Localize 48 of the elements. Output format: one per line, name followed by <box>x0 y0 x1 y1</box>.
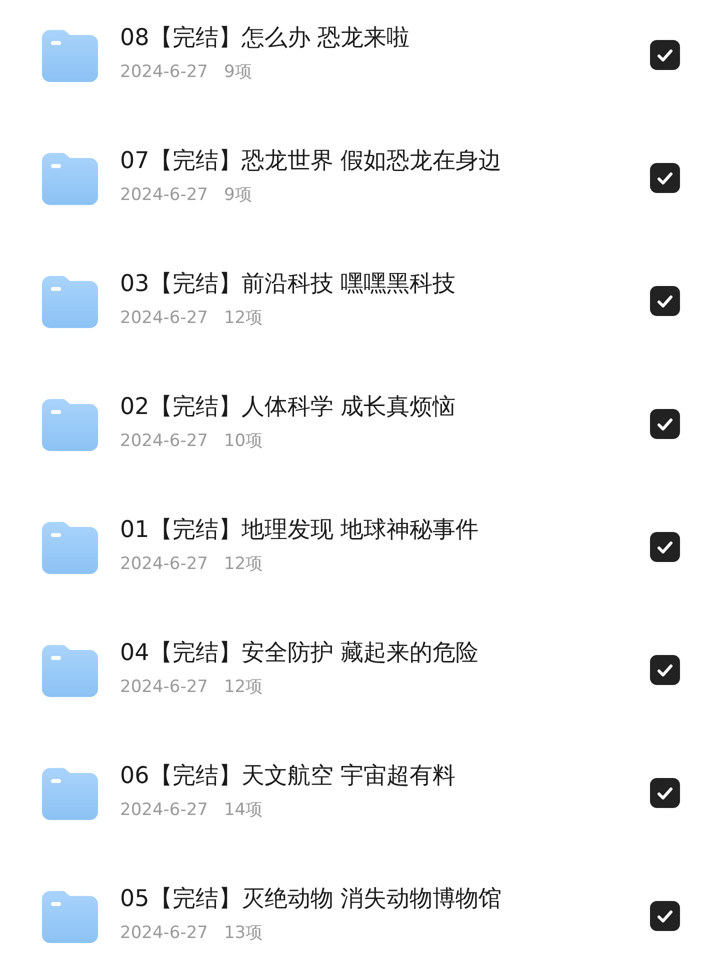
folder-name: 03【完结】前沿科技 嘿嘿黑科技 <box>120 270 456 299</box>
folder-date: 2024-6-27 <box>120 430 208 453</box>
item-count: 14项 <box>224 799 263 822</box>
check-icon <box>657 48 673 62</box>
folder-icon <box>42 276 98 328</box>
folder-icon <box>42 30 98 82</box>
item-count: 9项 <box>224 184 252 207</box>
checkbox[interactable] <box>650 901 680 931</box>
folder-date: 2024-6-27 <box>120 184 208 207</box>
check-icon <box>657 418 673 430</box>
item-count: 12项 <box>224 553 263 576</box>
check-icon <box>657 664 673 676</box>
folder-name: 06【完结】天文航空 宇宙超有料 <box>120 762 456 791</box>
item-count: 12项 <box>224 676 263 699</box>
item-count: 10项 <box>224 430 263 453</box>
folder-name: 04【完结】安全防护 藏起来的危险 <box>120 639 479 668</box>
folder-date: 2024-6-27 <box>120 676 208 699</box>
checkbox[interactable] <box>650 40 680 70</box>
checkbox[interactable] <box>650 163 680 193</box>
check-icon <box>657 294 673 308</box>
item-count: 13项 <box>224 922 263 945</box>
checkbox[interactable] <box>650 286 680 316</box>
folder-date: 2024-6-27 <box>120 61 208 84</box>
folder-date: 2024-6-27 <box>120 922 208 945</box>
check-icon <box>657 540 673 554</box>
check-icon <box>657 786 673 800</box>
folder-icon <box>42 891 98 943</box>
folder-icon <box>42 399 98 451</box>
checkbox[interactable] <box>650 778 680 808</box>
folder-name: 02【完结】人体科学 成长真烦恼 <box>120 393 456 422</box>
check-icon <box>657 172 673 184</box>
folder-icon <box>42 522 98 574</box>
folder-icon <box>42 768 98 820</box>
folder-name: 01【完结】地理发现 地球神秘事件 <box>120 516 479 545</box>
folder-date: 2024-6-27 <box>120 307 208 330</box>
folder-name: 05【完结】灭绝动物 消失动物博物馆 <box>120 885 502 914</box>
folder-name: 08【完结】怎么办 恐龙来啦 <box>120 24 410 53</box>
checkbox[interactable] <box>650 655 680 685</box>
item-count: 12项 <box>224 307 263 330</box>
folder-icon <box>42 645 98 697</box>
folder-icon <box>42 153 98 205</box>
folder-date: 2024-6-27 <box>120 799 208 822</box>
folder-date: 2024-6-27 <box>120 553 208 576</box>
checkbox[interactable] <box>650 532 680 562</box>
item-count: 9项 <box>224 61 252 84</box>
folder-name: 07【完结】恐龙世界 假如恐龙在身边 <box>120 147 502 176</box>
check-icon <box>657 910 673 922</box>
checkbox[interactable] <box>650 409 680 439</box>
